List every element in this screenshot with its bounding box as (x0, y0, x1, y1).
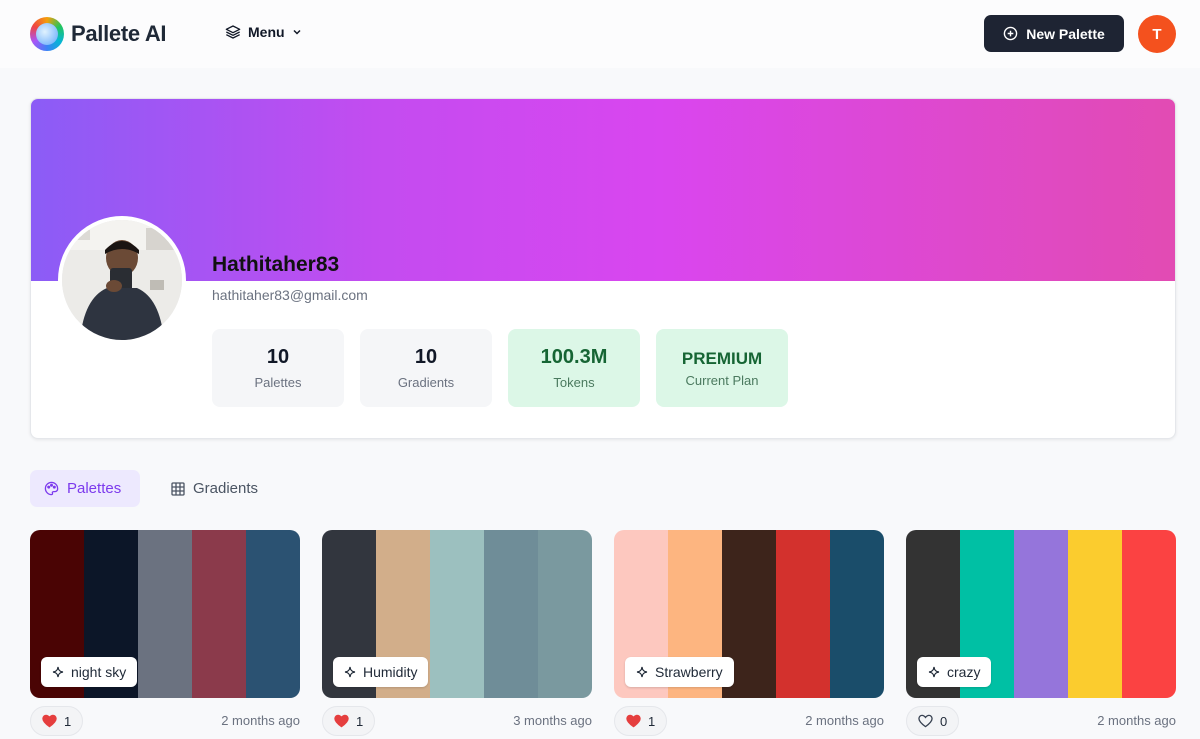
stat-label: Tokens (553, 375, 595, 390)
palette-name: Humidity (363, 664, 418, 680)
palette-name-chip: Humidity (333, 657, 429, 687)
menu-dropdown[interactable]: Menu (225, 24, 302, 40)
stat-tokens: 100.3M Tokens (508, 329, 640, 407)
like-button[interactable]: 1 (30, 706, 84, 736)
logo-mark-icon (30, 17, 64, 51)
stat-label: Current Plan (685, 372, 759, 388)
color-swatch[interactable] (430, 530, 484, 698)
like-count: 1 (648, 713, 656, 729)
like-count: 1 (356, 713, 364, 729)
tab-label: Gradients (193, 480, 259, 497)
heart-icon (42, 714, 57, 728)
profile-email: hathitaher83@gmail.com (212, 287, 368, 303)
palette-card-footer: 1 2 months ago (30, 706, 300, 739)
stat-label: Gradients (397, 375, 455, 390)
profile-photo (58, 216, 186, 344)
profile-banner (31, 99, 1175, 281)
stat-value: 10 (414, 346, 438, 368)
tab-palettes[interactable]: Palettes (30, 470, 140, 507)
new-palette-label: New Palette (1026, 25, 1105, 42)
like-button[interactable]: 1 (322, 706, 376, 736)
stat-value: 100.3M (540, 346, 608, 368)
palette-name: night sky (71, 664, 127, 680)
like-button[interactable]: 1 (614, 706, 668, 736)
heart-icon (918, 714, 933, 728)
color-swatch[interactable] (1122, 530, 1176, 698)
color-swatch[interactable] (538, 530, 592, 698)
palette-name: crazy (947, 664, 981, 680)
tab-label: Palettes (67, 480, 122, 497)
sparkle-icon (344, 666, 356, 678)
palette-name: Strawberry (655, 664, 723, 680)
app-logo[interactable]: Pallete AI (30, 17, 167, 51)
palette-swatches[interactable]: crazy (906, 530, 1176, 698)
palette-card[interactable]: Humidity 1 3 months ago (322, 530, 592, 739)
color-swatch[interactable] (246, 530, 300, 698)
app-name: Pallete AI (71, 21, 167, 46)
stat-label: Palettes (254, 375, 302, 390)
menu-label: Menu (248, 24, 285, 40)
like-button[interactable]: 0 (906, 706, 960, 736)
palette-card-footer: 0 2 months ago (906, 706, 1176, 739)
stat-plan: PREMIUM Current Plan (656, 329, 788, 407)
like-count: 1 (64, 713, 72, 729)
palette-card[interactable]: crazy 0 2 months ago (906, 530, 1176, 739)
chevron-down-icon (293, 29, 301, 35)
user-avatar[interactable]: T (1138, 15, 1176, 53)
palette-card-footer: 1 2 months ago (614, 706, 884, 739)
palette-age: 2 months ago (221, 713, 300, 728)
stat-palettes: 10 Palettes (212, 329, 344, 407)
new-palette-button[interactable]: New Palette (984, 15, 1124, 52)
color-swatch[interactable] (138, 530, 192, 698)
palette-name-chip: Strawberry (625, 657, 734, 687)
color-swatch[interactable] (484, 530, 538, 698)
profile-card: Hathitaher83 hathitaher83@gmail.com 10 P… (30, 98, 1176, 439)
palette-swatches[interactable]: night sky (30, 530, 300, 698)
heart-icon (626, 714, 641, 728)
palette-age: 3 months ago (513, 713, 592, 728)
plan-value: PREMIUM (681, 348, 763, 368)
sparkle-icon (52, 666, 64, 678)
palette-swatches[interactable]: Strawberry (614, 530, 884, 698)
color-swatch[interactable] (1068, 530, 1122, 698)
color-swatch[interactable] (1014, 530, 1068, 698)
palette-age: 2 months ago (805, 713, 884, 728)
like-count: 0 (940, 713, 948, 729)
color-swatch[interactable] (192, 530, 246, 698)
stat-gradients: 10 Gradients (360, 329, 492, 407)
stat-value: 10 (266, 346, 290, 368)
palette-name-chip: crazy (917, 657, 992, 687)
palette-card[interactable]: night sky 1 2 months ago (30, 530, 300, 739)
palette-icon (44, 481, 59, 496)
color-swatch[interactable] (830, 530, 884, 698)
palette-card[interactable]: Strawberry 1 2 months ago (614, 530, 884, 739)
profile-username: Hathitaher83 (212, 253, 340, 276)
palette-card-footer: 1 3 months ago (322, 706, 592, 739)
plus-circle-icon (1003, 26, 1018, 41)
color-swatch[interactable] (776, 530, 830, 698)
sparkle-icon (928, 666, 940, 678)
palette-name-chip: night sky (41, 657, 138, 687)
layers-icon (225, 25, 241, 39)
sparkle-icon (636, 666, 648, 678)
heart-icon (334, 714, 349, 728)
palette-swatches[interactable]: Humidity (322, 530, 592, 698)
grid-icon (171, 481, 185, 496)
top-navbar: Pallete AI Menu New Palette T (0, 0, 1200, 68)
tab-gradients[interactable]: Gradients (157, 470, 272, 507)
user-initial: T (1152, 25, 1162, 43)
palette-age: 2 months ago (1097, 713, 1176, 728)
